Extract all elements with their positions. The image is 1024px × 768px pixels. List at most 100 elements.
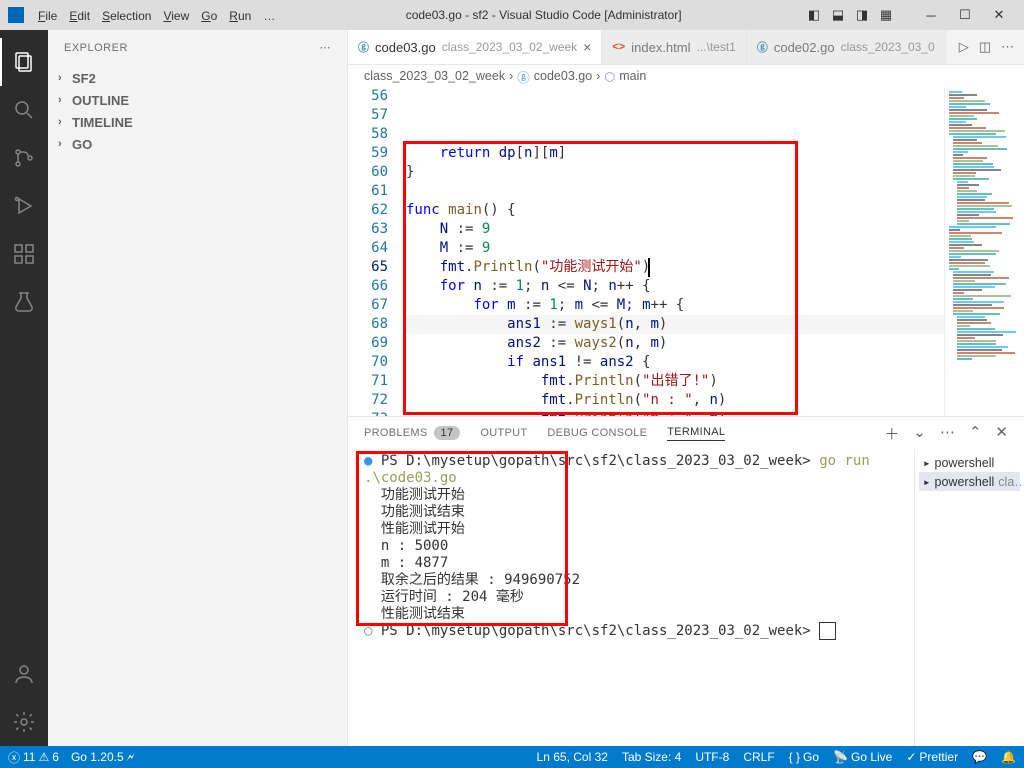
close-panel-icon[interactable]: ✕ <box>995 423 1008 444</box>
breadcrumb-file[interactable]: code03.go <box>534 69 592 83</box>
panel-tab-debug[interactable]: DEBUG CONSOLE <box>547 427 647 439</box>
status-language[interactable]: { } Go <box>789 750 819 764</box>
run-icon[interactable]: ▷ <box>959 39 969 55</box>
terminal-line: 性能测试结束 <box>364 606 898 623</box>
panel: PROBLEMS 17 OUTPUT DEBUG CONSOLE TERMINA… <box>348 416 1024 746</box>
sidebar-section-outline[interactable]: › OUTLINE <box>48 89 347 111</box>
menu-edit[interactable]: Edit <box>63 9 96 23</box>
activity-testing[interactable] <box>0 278 48 326</box>
code-line-59[interactable]: func main() { <box>406 201 944 220</box>
more-icon[interactable]: ⋯ <box>320 41 332 54</box>
code-line-60[interactable]: N := 9 <box>406 220 944 239</box>
panel-tab-output[interactable]: OUTPUT <box>480 427 527 439</box>
close-button[interactable]: ✕ <box>982 0 1016 30</box>
go-file-icon: ⓖ <box>517 67 530 86</box>
tab-code02.go[interactable]: ⓖcode02.goclass_2023_03_0 <box>747 30 946 64</box>
code-line-63[interactable]: for n := 1; n <= N; n++ { <box>406 277 944 296</box>
activity-extensions[interactable] <box>0 230 48 278</box>
terminal-line: 取余之后的结果 : 949690752 <box>364 572 898 589</box>
code-line-58[interactable] <box>406 182 944 201</box>
activity-explorer[interactable] <box>0 38 48 86</box>
status-tab-size[interactable]: Tab Size: 4 <box>622 750 681 764</box>
code-line-66[interactable]: ans2 := ways2(n, m) <box>406 334 944 353</box>
status-encoding[interactable]: UTF-8 <box>695 750 729 764</box>
code-line-65[interactable]: ans1 := ways1(n, m) <box>406 315 944 334</box>
breadcrumbs[interactable]: class_2023_03_02_week › ⓖ code03.go › ⬡ … <box>348 65 1024 87</box>
terminal-output[interactable]: ● PS D:\mysetup\gopath\src\sf2\class_202… <box>348 449 914 746</box>
window-title: code03.go - sf2 - Visual Studio Code [Ad… <box>281 8 806 22</box>
tab-index.html[interactable]: <>index.html...\test1 <box>602 30 746 64</box>
title-bar: FileEditSelectionViewGoRun… code03.go - … <box>0 0 1024 30</box>
activity-accounts[interactable] <box>0 650 48 698</box>
code-line-70[interactable]: fmt.Println("m : ", m) <box>406 410 944 416</box>
menu-run[interactable]: Run <box>223 9 257 23</box>
code-line-64[interactable]: for m := 1; m <= M; m++ { <box>406 296 944 315</box>
status-cursor[interactable]: Ln 65, Col 32 <box>537 750 608 764</box>
status-bar: ⓧ 11 ⚠ 6 Go 1.20.5 🗲 Ln 65, Col 32 Tab S… <box>0 746 1024 768</box>
layout-controls: ◧ ⬓ ◨ ▦ <box>806 7 894 23</box>
tabs-bar: ⓖcode03.goclass_2023_03_02_week×<>index.… <box>348 30 1024 65</box>
problems-badge: 17 <box>434 426 461 440</box>
panel-tab-terminal[interactable]: TERMINAL <box>667 426 725 441</box>
explorer-sidebar: EXPLORER ⋯ › SF2› OUTLINE› TIMELINE› GO <box>48 30 348 746</box>
terminal-line: 性能测试开始 <box>364 521 898 538</box>
terminal-line: n : 5000 <box>364 538 898 555</box>
vscode-icon <box>8 7 24 23</box>
menu-bar: FileEditSelectionViewGoRun… <box>32 8 281 23</box>
panel-tab-problems[interactable]: PROBLEMS 17 <box>364 426 460 440</box>
layout-grid-icon[interactable]: ▦ <box>878 7 894 23</box>
status-feedback-icon[interactable]: 💬 <box>972 750 987 764</box>
menu-…[interactable]: … <box>257 9 281 23</box>
code-editor[interactable]: 565758596061626364656667686970717273 ret… <box>348 87 1024 416</box>
menu-selection[interactable]: Selection <box>96 9 157 23</box>
terminal-dropdown-icon[interactable]: ⌄ <box>913 423 926 444</box>
code-line-68[interactable]: fmt.Println("出错了!") <box>406 372 944 391</box>
menu-file[interactable]: File <box>32 9 63 23</box>
status-go-live[interactable]: 📡 Go Live <box>833 750 892 764</box>
split-editor-icon[interactable]: ◫ <box>979 39 991 55</box>
close-tab-icon[interactable]: × <box>583 39 591 55</box>
terminal-list: ▸ powershell▸ powershell cla… <box>914 449 1024 746</box>
maximize-button[interactable]: ☐ <box>948 0 982 30</box>
code-line-67[interactable]: if ans1 != ans2 { <box>406 353 944 372</box>
status-prettier[interactable]: ✓ Prettier <box>906 750 958 764</box>
activity-settings[interactable] <box>0 698 48 746</box>
code-line-56[interactable]: return dp[n][m] <box>406 144 944 163</box>
breadcrumb-symbol[interactable]: main <box>619 69 646 83</box>
more-icon[interactable]: ⋯ <box>940 423 955 444</box>
sidebar-section-timeline[interactable]: › TIMELINE <box>48 111 347 133</box>
layout-right-icon[interactable]: ◨ <box>854 7 870 23</box>
status-bell-icon[interactable]: 🔔 <box>1001 750 1016 764</box>
sidebar-section-sf2[interactable]: › SF2 <box>48 67 347 89</box>
terminal-line: m : 4877 <box>364 555 898 572</box>
code-line-69[interactable]: fmt.Println("n : ", n) <box>406 391 944 410</box>
code-line-57[interactable]: } <box>406 163 944 182</box>
editor-area: ⓖcode03.goclass_2023_03_02_week×<>index.… <box>348 30 1024 746</box>
activity-debug[interactable] <box>0 182 48 230</box>
terminal-line: 运行时间 : 204 毫秒 <box>364 589 898 606</box>
code-line-62[interactable]: fmt.Println("功能测试开始") <box>406 258 944 277</box>
layout-panel-icon[interactable]: ⬓ <box>830 7 846 23</box>
tab-code03.go[interactable]: ⓖcode03.goclass_2023_03_02_week× <box>348 30 602 64</box>
activity-search[interactable] <box>0 86 48 134</box>
terminal-line: 功能测试开始 <box>364 487 898 504</box>
status-go-version[interactable]: Go 1.20.5 🗲 <box>71 750 135 765</box>
sidebar-section-go[interactable]: › GO <box>48 133 347 155</box>
status-errors[interactable]: ⓧ 11 ⚠ 6 <box>8 749 59 766</box>
activity-source-control[interactable] <box>0 134 48 182</box>
menu-view[interactable]: View <box>157 9 195 23</box>
terminal-line: 功能测试结束 <box>364 504 898 521</box>
code-line-61[interactable]: M := 9 <box>406 239 944 258</box>
activity-bar <box>0 30 48 746</box>
breadcrumb-folder[interactable]: class_2023_03_02_week <box>364 69 505 83</box>
minimize-button[interactable]: ─ <box>914 0 948 30</box>
maximize-panel-icon[interactable]: ⌃ <box>969 423 982 444</box>
status-eol[interactable]: CRLF <box>743 750 774 764</box>
terminal-instance[interactable]: ▸ powershell cla… <box>919 472 1020 491</box>
layout-side-icon[interactable]: ◧ <box>806 7 822 23</box>
more-actions-icon[interactable]: ⋯ <box>1001 39 1014 55</box>
terminal-instance[interactable]: ▸ powershell <box>919 453 1020 472</box>
new-terminal-icon[interactable]: ＋ <box>884 423 899 444</box>
minimap[interactable] <box>944 87 1024 416</box>
menu-go[interactable]: Go <box>195 9 223 23</box>
